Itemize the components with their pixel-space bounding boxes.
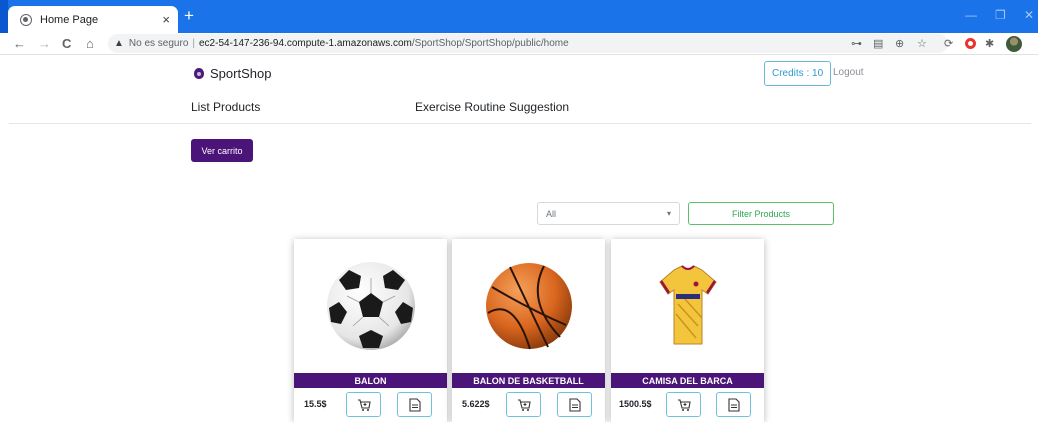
product-price: 5.622$	[462, 399, 490, 409]
profile-avatar[interactable]	[1006, 36, 1022, 52]
key-icon[interactable]: ⊶	[851, 37, 862, 51]
extensions-icon[interactable]: ✱	[985, 37, 994, 51]
jersey-icon	[658, 265, 717, 345]
brand-name: SportShop	[210, 66, 272, 81]
opera-icon[interactable]	[965, 38, 976, 49]
add-to-cart-button[interactable]	[666, 392, 701, 417]
sportshop-logo-icon	[194, 68, 204, 79]
back-icon[interactable]: ←	[13, 36, 26, 52]
url-host: ec2-54-147-236-94.compute-1.amazonaws.co…	[199, 38, 412, 49]
view-cart-button[interactable]: Ver carrito	[191, 139, 253, 162]
product-image	[452, 239, 605, 373]
security-warning: No es seguro	[128, 38, 189, 49]
soccer-ball-icon	[326, 262, 415, 350]
product-price: 1500.5$	[619, 399, 652, 409]
category-select[interactable]: All ▾	[537, 202, 680, 225]
url-separator: |	[192, 38, 195, 49]
forward-icon[interactable]: →	[38, 36, 51, 52]
tab-strip-accent	[0, 0, 8, 33]
logout-link[interactable]: Logout	[833, 67, 864, 78]
browser-toolbar: ← → C ⌂ ▲ No es seguro | ec2-54-147-236-…	[0, 33, 1038, 55]
address-bar[interactable]: ▲ No es seguro | ec2-54-147-236-94.compu…	[108, 34, 948, 53]
product-image	[294, 239, 447, 373]
star-icon[interactable]: ☆	[917, 37, 927, 51]
product-card: CAMISA DEL BARCA 1500.5$	[611, 239, 764, 422]
product-image	[611, 239, 764, 373]
zoom-icon[interactable]: ⊕	[895, 37, 904, 51]
document-icon	[408, 397, 421, 412]
browser-tab-bar: Home Page × + — ❐ ✕	[0, 0, 1038, 33]
product-card: BALON DE BASKETBALL 5.622$	[452, 239, 605, 422]
nav-exercise-routine[interactable]: Exercise Routine Suggestion	[415, 100, 569, 114]
chevron-down-icon: ▾	[666, 209, 671, 218]
browser-tab-home[interactable]: Home Page ×	[8, 6, 178, 33]
product-price: 15.5$	[304, 399, 327, 409]
tab-title: Home Page	[40, 13, 99, 26]
cart-icon	[517, 398, 531, 411]
nav-list-products[interactable]: List Products	[191, 100, 260, 114]
minimize-icon[interactable]: —	[965, 8, 977, 22]
new-tab-icon[interactable]: +	[184, 7, 194, 24]
maximize-icon[interactable]: ❐	[995, 8, 1006, 22]
home-icon[interactable]: ⌂	[86, 36, 94, 52]
filter-products-button[interactable]: Filter Products	[688, 202, 834, 225]
product-name: CAMISA DEL BARCA	[611, 373, 764, 388]
document-icon	[568, 397, 581, 412]
product-details-button[interactable]	[397, 392, 432, 417]
cart-icon	[677, 398, 691, 411]
header-divider	[9, 123, 1031, 124]
warning-icon: ▲	[114, 38, 124, 49]
product-card: BALON 15.5$	[294, 239, 447, 422]
product-details-button[interactable]	[716, 392, 751, 417]
reload-icon[interactable]: C	[62, 36, 71, 52]
tab-close-icon[interactable]: ×	[162, 12, 170, 27]
close-window-icon[interactable]: ✕	[1024, 8, 1034, 22]
cart-icon	[357, 398, 371, 411]
sync-icon[interactable]: ⟳	[944, 37, 953, 51]
add-to-cart-button[interactable]	[506, 392, 541, 417]
translate-icon[interactable]: ▤	[873, 37, 883, 51]
product-name: BALON DE BASKETBALL	[452, 373, 605, 388]
product-name: BALON	[294, 373, 447, 388]
globe-icon	[20, 13, 32, 26]
category-select-value: All	[546, 208, 557, 219]
product-details-button[interactable]	[557, 392, 592, 417]
basketball-icon	[485, 263, 572, 350]
add-to-cart-button[interactable]	[346, 392, 381, 417]
document-icon	[727, 397, 740, 412]
credits-badge[interactable]: Credits : 10	[764, 61, 832, 86]
url-path: /SportShop/SportShop/public/home	[411, 38, 569, 49]
brand-link[interactable]: SportShop	[194, 66, 271, 81]
